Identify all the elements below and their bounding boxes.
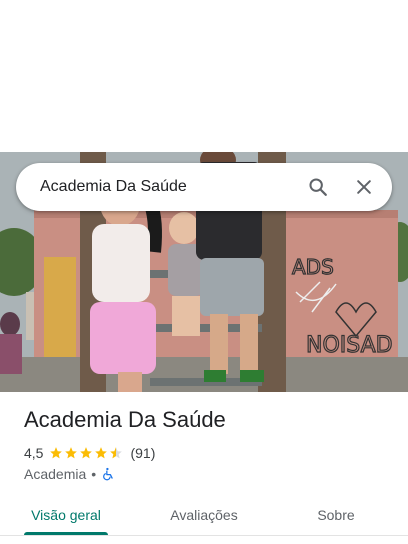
close-icon (357, 180, 371, 194)
close-button[interactable] (344, 167, 384, 207)
review-count[interactable]: (91) (130, 445, 155, 461)
place-category: Academia (24, 466, 87, 482)
search-bar[interactable]: Academia Da Saúde (16, 163, 392, 211)
tab-reviews[interactable]: Avaliações (158, 494, 250, 536)
svg-text:NOISAD: NOISAD (306, 333, 393, 358)
tab-overview[interactable]: Visão geral (24, 494, 108, 536)
active-tab-indicator (24, 532, 108, 535)
rating-value: 4,5 (24, 445, 44, 461)
place-tabs: Visão geral Avaliações Sobre (0, 494, 408, 536)
search-icon (309, 178, 327, 196)
star-icon (95, 447, 108, 459)
search-input[interactable]: Academia Da Saúde (40, 178, 298, 196)
map-blank-area (0, 0, 408, 152)
svg-text:ADS: ADS (292, 255, 334, 279)
star-icon (80, 447, 93, 459)
star-icon (50, 447, 63, 459)
star-rating (49, 446, 124, 460)
category-row: Academia • (24, 465, 115, 483)
search-button[interactable] (298, 167, 338, 207)
wheelchair-accessible-icon (103, 467, 113, 481)
place-title: Academia Da Saúde (24, 407, 226, 432)
rating-row[interactable]: 4,5 (91) (24, 444, 155, 462)
tab-about[interactable]: Sobre (300, 494, 372, 536)
half-star-icon (110, 447, 123, 459)
separator-dot: • (91, 466, 97, 482)
star-icon (65, 447, 78, 459)
